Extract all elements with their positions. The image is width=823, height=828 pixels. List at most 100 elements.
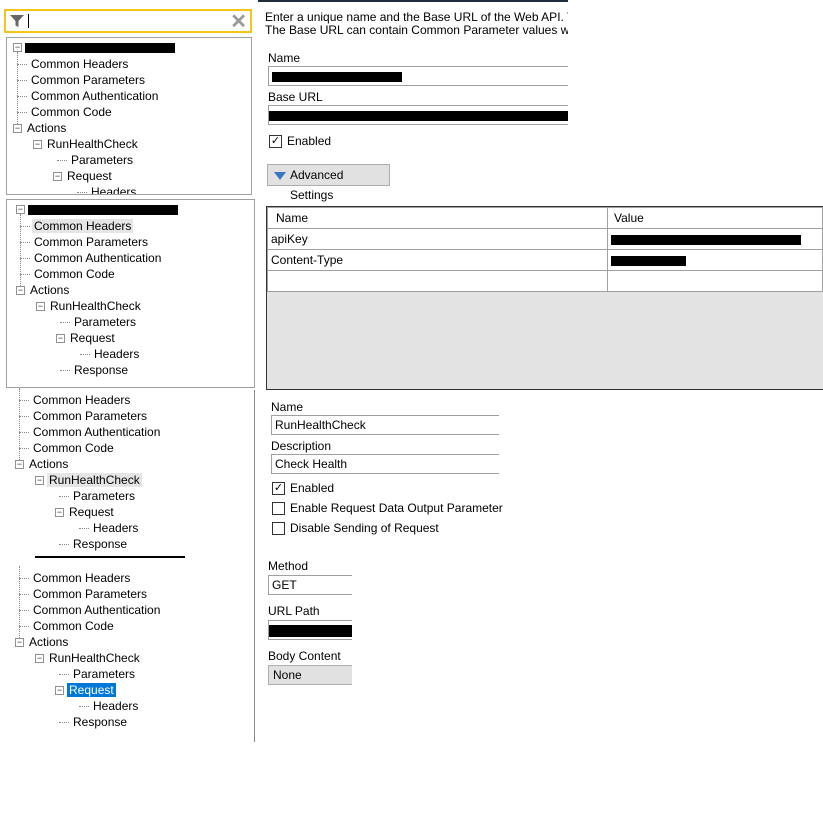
tree-panel-3[interactable]: Common Headers Common Parameters Common Au… bbox=[6, 388, 254, 552]
disable-sending-checkbox[interactable] bbox=[272, 522, 285, 535]
advanced-settings-button[interactable]: Advanced Settings bbox=[267, 164, 390, 202]
tree-item[interactable]: Parameters bbox=[59, 488, 137, 504]
collapse-icon[interactable]: − bbox=[16, 205, 25, 215]
tree-item-label: Common Parameters bbox=[31, 73, 146, 87]
tree-item[interactable]: Response bbox=[60, 362, 130, 378]
grid-row[interactable]: Content-Type bbox=[267, 249, 823, 271]
tree-item[interactable]: Common Authentication bbox=[17, 88, 160, 104]
column-header-value[interactable]: Value bbox=[607, 207, 823, 229]
grid-cell-value[interactable] bbox=[607, 270, 823, 292]
collapse-icon[interactable]: − bbox=[53, 172, 62, 182]
tree-item[interactable]: − RunHealthCheck bbox=[35, 472, 142, 488]
tree-item[interactable]: − RunHealthCheck bbox=[35, 650, 142, 666]
tree-item[interactable]: − Request bbox=[55, 504, 116, 520]
tree-item[interactable]: − RunHealthCheck bbox=[36, 298, 143, 314]
url-path-input[interactable] bbox=[268, 620, 352, 640]
enable-output-label: Enable Request Data Output Parameter bbox=[290, 501, 503, 515]
collapse-icon[interactable]: − bbox=[13, 43, 22, 53]
tree-item[interactable]: Headers bbox=[79, 520, 140, 536]
grid-cell-value[interactable] bbox=[607, 228, 823, 250]
tree-item[interactable]: Headers bbox=[77, 184, 138, 194]
url-path-label: URL Path bbox=[268, 604, 320, 618]
collapse-icon[interactable]: − bbox=[35, 476, 44, 486]
tree-root-node[interactable] bbox=[35, 556, 185, 564]
tree-item[interactable]: Parameters bbox=[60, 314, 138, 330]
tree-item[interactable]: Response bbox=[59, 714, 129, 730]
column-header-name[interactable]: Name bbox=[267, 207, 608, 229]
tree-item[interactable]: Common Headers bbox=[17, 56, 130, 72]
tree-item[interactable]: Common Headers bbox=[19, 570, 132, 586]
tree-item[interactable]: Common Code bbox=[19, 618, 116, 634]
body-content-select[interactable]: None bbox=[268, 665, 352, 685]
method-input[interactable]: GET bbox=[268, 575, 352, 595]
tree-item[interactable]: − Actions bbox=[16, 282, 71, 298]
collapse-icon[interactable]: − bbox=[33, 140, 42, 150]
grid-new-row[interactable] bbox=[267, 270, 823, 292]
tree-item[interactable]: Common Parameters bbox=[20, 234, 150, 250]
collapse-icon[interactable]: − bbox=[56, 334, 65, 344]
headers-grid[interactable]: Name Value apiKey Content-Type bbox=[266, 206, 823, 390]
tree-item[interactable]: − Request bbox=[53, 168, 114, 184]
name-label: Name bbox=[268, 51, 301, 65]
tree-item[interactable]: − Actions bbox=[15, 456, 70, 472]
tree-item[interactable]: Common Authentication bbox=[19, 424, 162, 440]
method-label: Method bbox=[268, 559, 309, 573]
base-url-input[interactable] bbox=[268, 105, 568, 125]
tree-item[interactable]: − Actions bbox=[13, 120, 68, 136]
tree-item[interactable]: Common Headers bbox=[19, 392, 132, 408]
collapse-icon[interactable]: − bbox=[16, 286, 25, 296]
tree-connector bbox=[19, 626, 29, 628]
tree-item[interactable]: Common Parameters bbox=[19, 586, 149, 602]
tree-panel-2[interactable]: − Common Headers Common Parameters Common A… bbox=[6, 199, 255, 388]
grid-cell-name[interactable]: apiKey bbox=[267, 228, 608, 250]
tree-item[interactable]: Common Headers bbox=[20, 218, 134, 234]
enabled-checkbox[interactable]: ✓ bbox=[269, 135, 282, 148]
tree-item[interactable]: Common Parameters bbox=[17, 72, 147, 88]
tree-item-label: Common Headers bbox=[33, 393, 131, 407]
description-input[interactable]: Check Health bbox=[271, 454, 499, 474]
tree-item[interactable]: Headers bbox=[79, 698, 140, 714]
tree-item[interactable]: − Request bbox=[56, 330, 117, 346]
tree-panel-1[interactable]: − Common Headers Common Parameters Common A… bbox=[6, 37, 252, 195]
tree-item[interactable]: − Actions bbox=[15, 634, 70, 650]
collapse-icon[interactable]: − bbox=[36, 302, 45, 312]
tree-item-label: Actions bbox=[29, 457, 69, 471]
action-name-input[interactable]: RunHealthCheck bbox=[271, 415, 499, 435]
grid-cell-name[interactable]: Content-Type bbox=[267, 249, 608, 271]
tree-connector bbox=[19, 400, 29, 402]
grid-cell-name[interactable] bbox=[267, 270, 608, 292]
tree-item[interactable]: Common Authentication bbox=[19, 602, 162, 618]
grid-row[interactable]: apiKey bbox=[267, 228, 823, 250]
collapse-icon[interactable]: − bbox=[35, 654, 44, 664]
collapse-icon[interactable]: − bbox=[15, 460, 24, 470]
grid-cell-value[interactable] bbox=[607, 249, 823, 271]
tree-filter-box[interactable]: ✕ bbox=[4, 9, 252, 33]
tree-item-label: Common Parameters bbox=[33, 409, 148, 423]
collapse-icon[interactable]: − bbox=[13, 124, 22, 134]
action-enabled-checkbox[interactable]: ✓ bbox=[272, 482, 285, 495]
grid-header-row: Name Value bbox=[267, 207, 823, 229]
tree-item[interactable]: Parameters bbox=[57, 152, 135, 168]
collapse-icon[interactable]: − bbox=[55, 508, 64, 518]
tree-root-node[interactable]: − bbox=[16, 201, 178, 217]
text-cursor bbox=[28, 14, 29, 28]
enabled-label: Enabled bbox=[287, 134, 332, 148]
tree-root-node[interactable]: − bbox=[13, 39, 175, 55]
collapse-icon[interactable]: − bbox=[55, 686, 64, 696]
tree-item[interactable]: Common Authentication bbox=[20, 250, 163, 266]
tree-panel-4[interactable]: Common Headers Common Parameters Common Au… bbox=[6, 556, 254, 736]
tree-item[interactable]: − Request bbox=[55, 682, 116, 698]
enable-output-checkbox[interactable] bbox=[272, 502, 285, 515]
tree-item[interactable]: − RunHealthCheck bbox=[33, 136, 140, 152]
close-icon[interactable]: ✕ bbox=[230, 9, 247, 34]
tree-item[interactable]: Common Parameters bbox=[19, 408, 149, 424]
tree-item[interactable]: Common Code bbox=[19, 440, 116, 456]
tree-item[interactable]: Headers bbox=[80, 346, 141, 362]
tree-item[interactable]: Response bbox=[59, 536, 129, 552]
tree-item[interactable]: Parameters bbox=[59, 666, 137, 682]
tree-item[interactable]: Common Code bbox=[20, 266, 117, 282]
tree-item-label: Common Code bbox=[31, 105, 112, 119]
collapse-icon[interactable]: − bbox=[15, 638, 24, 648]
tree-item[interactable]: Common Code bbox=[17, 104, 114, 120]
api-name-input[interactable] bbox=[268, 66, 568, 86]
